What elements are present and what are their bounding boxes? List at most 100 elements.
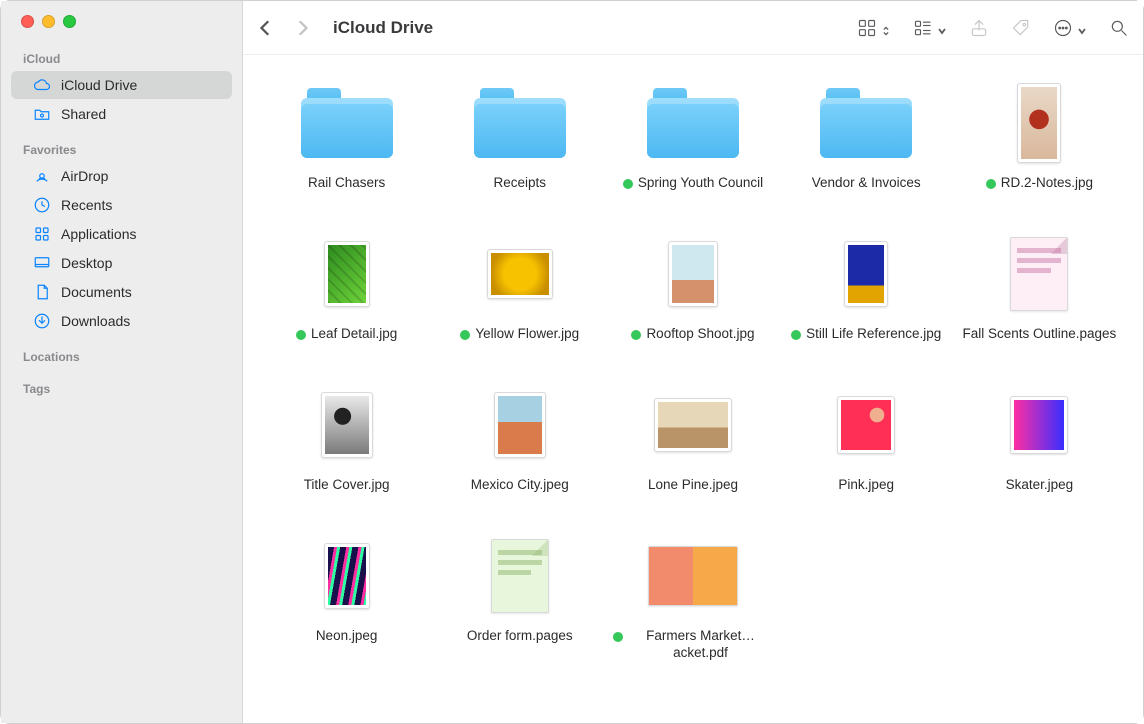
tag-dot-icon	[631, 330, 641, 340]
pdf-document-icon	[648, 546, 738, 606]
file-item[interactable]: Rail Chasers	[265, 79, 428, 192]
download-icon	[33, 312, 51, 330]
file-name: Title Cover.jpg	[304, 477, 390, 494]
file-item[interactable]: RD.2-Notes.jpg	[958, 79, 1121, 192]
chevron-updown-icon	[881, 23, 891, 33]
shared-folder-icon	[33, 105, 51, 123]
tag-dot-icon	[296, 330, 306, 340]
sidebar-item-label: AirDrop	[61, 168, 108, 184]
file-item[interactable]: Farmers Market…acket.pdf	[611, 532, 774, 662]
file-item[interactable]: Order form.pages	[438, 532, 601, 662]
sidebar-item-label: Applications	[61, 226, 137, 242]
file-name: Neon.jpeg	[316, 628, 378, 645]
file-name: Farmers Market…acket.pdf	[628, 628, 773, 662]
file-name: RD.2-Notes.jpg	[1001, 175, 1093, 192]
image-thumbnail	[654, 398, 732, 452]
airdrop-icon	[33, 167, 51, 185]
tag-dot-icon	[986, 179, 996, 189]
tag-dot-icon	[460, 330, 470, 340]
image-thumbnail	[1010, 396, 1068, 454]
main-area: iCloud Drive	[243, 1, 1143, 723]
share-button[interactable]	[969, 18, 989, 38]
file-name: Spring Youth Council	[638, 175, 763, 192]
sidebar-section-label: Favorites	[1, 129, 242, 161]
file-name: Mexico City.jpeg	[471, 477, 569, 494]
app-grid-icon	[33, 225, 51, 243]
file-grid: Rail Chasers Receipts Spring Youth Council…	[265, 79, 1121, 661]
file-name: Rail Chasers	[308, 175, 385, 192]
file-item[interactable]: Vendor & Invoices	[785, 79, 948, 192]
sidebar-item-desktop[interactable]: Desktop	[11, 249, 232, 277]
view-mode-button[interactable]	[857, 18, 891, 38]
folder-icon	[301, 88, 393, 158]
chevron-down-icon	[937, 23, 947, 33]
sidebar-section-label: Tags	[1, 368, 242, 400]
sidebar-item-documents[interactable]: Documents	[11, 278, 232, 306]
folder-icon	[474, 88, 566, 158]
back-button[interactable]	[257, 19, 275, 37]
image-thumbnail	[487, 249, 553, 299]
toolbar-right	[857, 18, 1129, 38]
tag-dot-icon	[791, 330, 801, 340]
sidebar-item-label: Documents	[61, 284, 132, 300]
sidebar: iCloudiCloud DriveSharedFavorites AirDrop…	[1, 1, 243, 723]
toolbar: iCloud Drive	[243, 1, 1143, 55]
file-name: Rooftop Shoot.jpg	[646, 326, 754, 343]
sidebar-section-label: iCloud	[1, 38, 242, 70]
close-button[interactable]	[21, 15, 34, 28]
file-item[interactable]: Pink.jpeg	[785, 381, 948, 494]
sidebar-item-label: Desktop	[61, 255, 112, 271]
file-name: Still Life Reference.jpg	[806, 326, 941, 343]
minimize-button[interactable]	[42, 15, 55, 28]
image-thumbnail	[321, 392, 373, 458]
file-item[interactable]: Yellow Flower.jpg	[438, 230, 601, 343]
file-name: Leaf Detail.jpg	[311, 326, 397, 343]
folder-icon	[647, 88, 739, 158]
file-item[interactable]: Fall Scents Outline.pages	[958, 230, 1121, 343]
file-item[interactable]: Skater.jpeg	[958, 381, 1121, 494]
file-item[interactable]: Spring Youth Council	[611, 79, 774, 192]
sidebar-item-downloads[interactable]: Downloads	[11, 307, 232, 335]
file-item[interactable]: Receipts	[438, 79, 601, 192]
file-name: Pink.jpeg	[838, 477, 894, 494]
file-item[interactable]: Still Life Reference.jpg	[785, 230, 948, 343]
file-item[interactable]: Title Cover.jpg	[265, 381, 428, 494]
file-item[interactable]: Lone Pine.jpeg	[611, 381, 774, 494]
tags-button[interactable]	[1011, 18, 1031, 38]
image-thumbnail	[668, 241, 718, 307]
file-browser[interactable]: Rail Chasers Receipts Spring Youth Council…	[243, 55, 1143, 723]
clock-icon	[33, 196, 51, 214]
forward-button[interactable]	[293, 19, 311, 37]
sidebar-item-shared[interactable]: Shared	[11, 100, 232, 128]
group-by-button[interactable]	[913, 18, 947, 38]
window-controls	[1, 1, 242, 38]
image-thumbnail	[324, 543, 370, 609]
file-item[interactable]: Leaf Detail.jpg	[265, 230, 428, 343]
sidebar-item-icloud-drive[interactable]: iCloud Drive	[11, 71, 232, 99]
file-name: Lone Pine.jpeg	[648, 477, 738, 494]
cloud-icon	[33, 76, 51, 94]
sidebar-item-applications[interactable]: Applications	[11, 220, 232, 248]
desktop-icon	[33, 254, 51, 272]
document-icon	[33, 283, 51, 301]
sidebar-item-recents[interactable]: Recents	[11, 191, 232, 219]
tag-dot-icon	[613, 632, 623, 642]
file-item[interactable]: Neon.jpeg	[265, 532, 428, 662]
location-title: iCloud Drive	[333, 18, 433, 38]
sidebar-item-label: Downloads	[61, 313, 130, 329]
actions-button[interactable]	[1053, 18, 1087, 38]
file-name: Vendor & Invoices	[812, 175, 921, 192]
file-name: Skater.jpeg	[1006, 477, 1074, 494]
file-item[interactable]: Mexico City.jpeg	[438, 381, 601, 494]
sidebar-item-airdrop[interactable]: AirDrop	[11, 162, 232, 190]
chevron-down-icon	[1077, 23, 1087, 33]
fullscreen-button[interactable]	[63, 15, 76, 28]
file-name: Fall Scents Outline.pages	[962, 326, 1116, 343]
file-item[interactable]: Rooftop Shoot.jpg	[611, 230, 774, 343]
search-button[interactable]	[1109, 18, 1129, 38]
image-thumbnail	[837, 396, 895, 454]
pages-document-icon	[491, 539, 549, 613]
image-thumbnail	[844, 241, 888, 307]
tag-dot-icon	[623, 179, 633, 189]
pages-document-icon	[1010, 237, 1068, 311]
